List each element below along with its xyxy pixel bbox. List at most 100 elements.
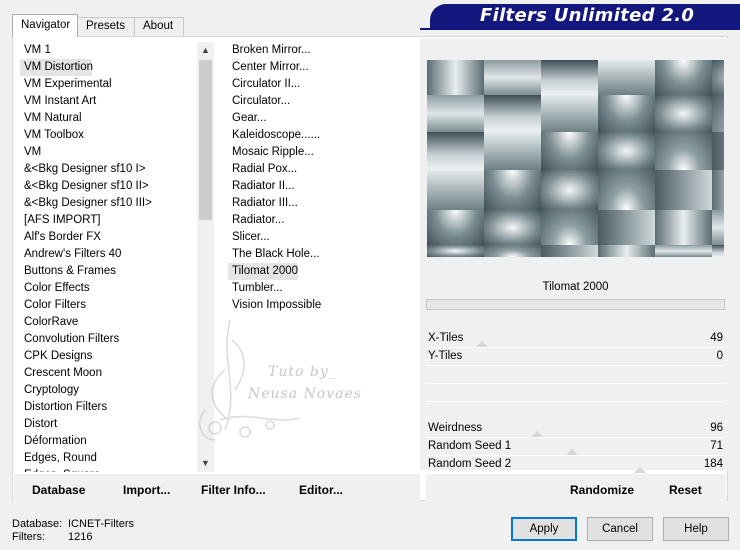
preview-tile xyxy=(712,245,724,257)
category-item[interactable]: Buttons & Frames xyxy=(20,263,198,280)
category-item[interactable]: VM Toolbox xyxy=(20,127,198,144)
category-item[interactable]: Crescent Moon xyxy=(20,365,198,382)
filter-item[interactable]: Radiator III... xyxy=(228,195,418,212)
param-label: Y-Tiles xyxy=(428,350,463,362)
preview-tile xyxy=(598,245,655,257)
category-item[interactable]: Convolution Filters xyxy=(20,331,198,348)
filter-item[interactable]: Tilomat 2000 xyxy=(228,263,298,280)
category-item[interactable]: Color Filters xyxy=(20,297,198,314)
preview-tile xyxy=(655,132,712,170)
slider-track[interactable] xyxy=(426,365,725,366)
preview-tile xyxy=(427,245,484,257)
param-x-tiles[interactable]: X-Tiles 49 xyxy=(426,330,725,348)
category-item[interactable]: VM Instant Art xyxy=(20,93,198,110)
preview-tile xyxy=(427,170,484,210)
preview-tile xyxy=(598,60,655,95)
param-value: 96 xyxy=(710,422,723,434)
preview-tile xyxy=(712,132,724,170)
randomize-button[interactable]: Randomize xyxy=(570,480,634,500)
editor-button[interactable]: Editor... xyxy=(299,480,343,500)
category-item[interactable]: VM xyxy=(20,144,198,161)
progress-bar xyxy=(426,299,725,310)
database-label: Database: xyxy=(12,518,63,530)
watermark-line-2: Neusa Novaes xyxy=(248,386,362,402)
tab-about[interactable]: About xyxy=(134,17,184,36)
category-item[interactable]: &<Bkg Designer sf10 I> xyxy=(20,161,198,178)
scrollbar-thumb[interactable] xyxy=(199,60,212,220)
category-item[interactable]: Déformation xyxy=(20,433,198,450)
apply-button[interactable]: Apply xyxy=(511,517,577,541)
cancel-button[interactable]: Cancel xyxy=(587,517,653,541)
category-item[interactable]: Edges, Square xyxy=(20,467,198,472)
database-value: ICNET-Filters xyxy=(68,518,134,530)
filter-item[interactable]: Radial Pox... xyxy=(228,161,418,178)
slider-marker[interactable] xyxy=(634,467,646,473)
category-item[interactable]: CPK Designs xyxy=(20,348,198,365)
tab-navigator[interactable]: Navigator xyxy=(12,14,78,37)
filter-item[interactable]: Radiator... xyxy=(228,212,418,229)
category-item[interactable]: VM 1 xyxy=(20,42,198,59)
param-value: 71 xyxy=(710,440,723,452)
category-item[interactable]: VM Distortion xyxy=(20,59,93,76)
reset-button[interactable]: Reset xyxy=(669,480,702,500)
filter-item[interactable]: Center Mirror... xyxy=(228,59,418,76)
preview-tile xyxy=(427,132,484,170)
category-item[interactable]: Edges, Round xyxy=(20,450,198,467)
param-y-tiles[interactable]: Y-Tiles 0 xyxy=(426,348,725,366)
filter-item[interactable]: Slicer... xyxy=(228,229,418,246)
category-item[interactable]: Color Effects xyxy=(20,280,198,297)
category-item[interactable]: &<Bkg Designer sf10 III> xyxy=(20,195,198,212)
preview-tile xyxy=(598,95,655,132)
filter-item[interactable]: Gear... xyxy=(228,110,418,127)
banner-underline xyxy=(420,28,740,30)
chevron-up-icon[interactable]: ▲ xyxy=(197,42,214,59)
filter-item[interactable]: The Black Hole... xyxy=(228,246,418,263)
category-item[interactable]: Distortion Filters xyxy=(20,399,198,416)
category-item[interactable]: Distort xyxy=(20,416,198,433)
category-item[interactable]: ColorRave xyxy=(20,314,198,331)
category-item[interactable]: [AFS IMPORT] xyxy=(20,212,198,229)
category-item[interactable]: &<Bkg Designer sf10 II> xyxy=(20,178,198,195)
tab-presets[interactable]: Presets xyxy=(77,17,135,36)
category-item[interactable]: VM Natural xyxy=(20,110,198,127)
chevron-down-icon[interactable]: ▼ xyxy=(197,455,214,472)
param-value: 49 xyxy=(710,332,723,344)
preview-tile xyxy=(598,170,655,210)
help-button[interactable]: Help xyxy=(663,517,729,541)
param-label: X-Tiles xyxy=(428,332,464,344)
preview-tile xyxy=(712,170,724,210)
category-list[interactable]: VM 1 VM Distortion VM Experimental VM Insta… xyxy=(20,42,198,472)
param-label: Weirdness xyxy=(428,422,483,434)
filters-label: Filters: xyxy=(12,531,45,543)
filter-item[interactable]: Radiator II... xyxy=(228,178,418,195)
category-item[interactable]: Alf's Border FX xyxy=(20,229,198,246)
filter-item[interactable]: Circulator... xyxy=(228,93,418,110)
filter-item[interactable]: Circulator II... xyxy=(228,76,418,93)
preview-tile xyxy=(541,60,598,95)
preview-tile xyxy=(541,132,598,170)
filter-item[interactable]: Kaleidoscope...... xyxy=(228,127,418,144)
database-button[interactable]: Database xyxy=(32,480,85,500)
param-label: Random Seed 2 xyxy=(428,458,512,470)
watermark-line-1: Tuto by_ xyxy=(268,364,337,380)
import-button[interactable]: Import... xyxy=(123,480,170,500)
preview-image xyxy=(427,60,724,257)
filter-info-button[interactable]: Filter Info... xyxy=(201,480,266,500)
param-random-seed-1[interactable]: Random Seed 1 71 xyxy=(426,438,725,456)
preview-tile xyxy=(541,245,598,257)
param-label: Random Seed 1 xyxy=(428,440,512,452)
category-item[interactable]: VM Experimental xyxy=(20,76,198,93)
param-random-seed-2[interactable]: Random Seed 2 184 xyxy=(426,456,725,473)
param-value: 0 xyxy=(716,350,723,362)
filter-item[interactable]: Tumbler... xyxy=(228,280,418,297)
param-weirdness[interactable]: Weirdness 96 xyxy=(426,420,725,438)
filter-item[interactable]: Broken Mirror... xyxy=(228,42,418,59)
category-item[interactable]: Andrew's Filters 40 xyxy=(20,246,198,263)
category-item[interactable]: Cryptology xyxy=(20,382,198,399)
preview-tile xyxy=(541,95,598,132)
preview-filter-name: Tilomat 2000 xyxy=(426,276,725,298)
preview-tile xyxy=(598,132,655,170)
preview-tile xyxy=(655,245,712,257)
preview-tile xyxy=(427,95,484,132)
filter-item[interactable]: Mosaic Ripple... xyxy=(228,144,418,161)
